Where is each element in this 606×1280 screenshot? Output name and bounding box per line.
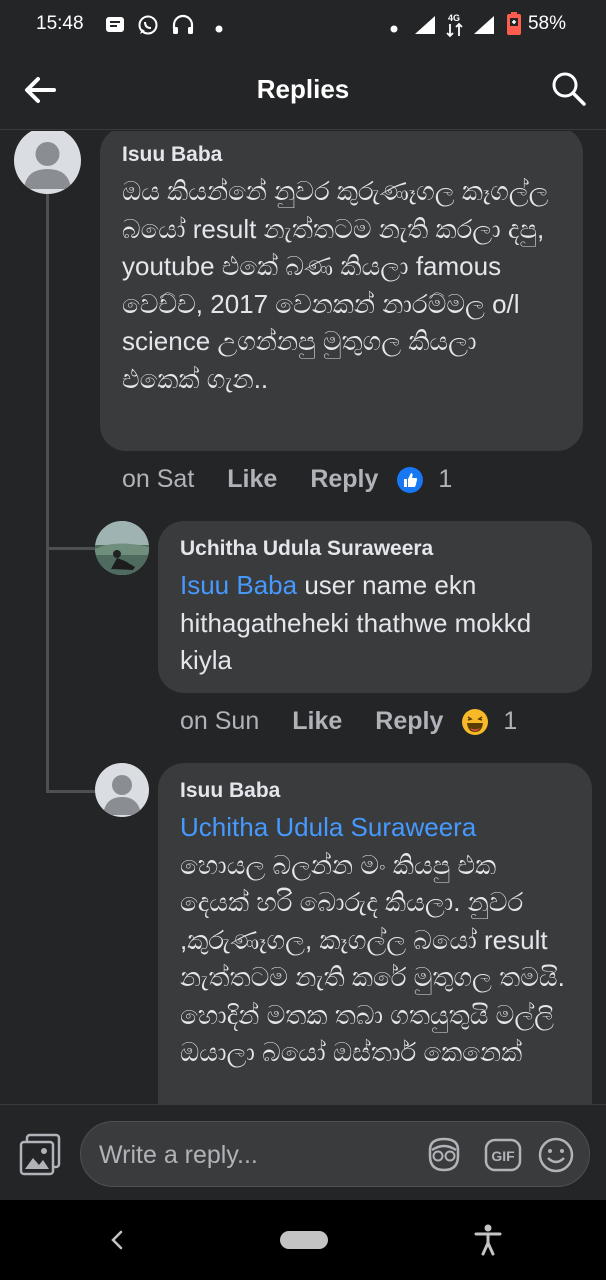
nav-back-icon[interactable] xyxy=(108,1228,126,1256)
avatar[interactable] xyxy=(95,763,149,817)
whatsapp-icon xyxy=(137,14,159,40)
reply-author[interactable]: Uchitha Udula Suraweera xyxy=(180,537,570,561)
avatar[interactable] xyxy=(14,131,81,194)
accessibility-icon[interactable] xyxy=(474,1224,502,1260)
status-time: 15:48 xyxy=(36,13,84,34)
mention-link[interactable]: Isuu Baba xyxy=(180,570,297,600)
thread-line xyxy=(46,193,49,793)
comment-author[interactable]: Isuu Baba xyxy=(122,143,561,167)
thread-branch xyxy=(46,790,96,793)
system-nav-bar xyxy=(0,1200,606,1280)
comment-thread: Isuu Baba ඔය කියන්නේ නුවර කුරුණෑගල කෑගල්… xyxy=(0,131,606,1104)
avatar[interactable] xyxy=(95,521,149,575)
haha-reaction-icon[interactable] xyxy=(461,708,489,736)
reply-input[interactable]: Write a reply... GIF xyxy=(80,1121,590,1187)
avatar-sticker-icon[interactable] xyxy=(424,1136,464,1178)
reply-bubble[interactable]: Isuu Baba Uchitha Udula Suraweera හොයල බල… xyxy=(158,763,592,1104)
comment-bubble[interactable]: Isuu Baba ඔය කියන්නේ නුවර කුරුණෑගල කෑගල්… xyxy=(100,131,583,451)
reply-button[interactable]: Reply xyxy=(375,707,443,736)
reply-composer: Write a reply... GIF xyxy=(0,1104,606,1200)
comment-time[interactable]: on Sat xyxy=(122,465,194,494)
comment-text: ඔය කියන්නේ නුවර කුරුණෑගල කෑගල්ල බයෝ resu… xyxy=(122,176,549,394)
reaction-count: 1 xyxy=(503,707,518,735)
battery-percent: 58% xyxy=(527,13,566,34)
reply-text: Isuu Baba user name ekn hithagatheheki t… xyxy=(180,567,570,680)
reply-time[interactable]: on Sun xyxy=(180,707,259,736)
svg-text:GIF: GIF xyxy=(491,1148,515,1164)
reply-author[interactable]: Isuu Baba xyxy=(180,779,570,803)
emoji-icon[interactable] xyxy=(537,1136,575,1178)
thread-branch xyxy=(46,547,96,550)
reply-text: Uchitha Udula Suraweera හොයල බලන්න මං කිය… xyxy=(180,809,570,1072)
reply-input-placeholder[interactable]: Write a reply... xyxy=(99,1141,258,1170)
gif-icon[interactable]: GIF xyxy=(483,1136,523,1178)
battery-icon xyxy=(506,12,522,40)
comment-actions: on Sat Like Reply 1 xyxy=(122,465,452,494)
mobile-data-icon: 4G xyxy=(444,12,466,42)
signal-icon xyxy=(472,14,498,40)
status-bar: 15:48 4G 58% xyxy=(0,0,606,50)
signal-icon xyxy=(413,14,439,40)
reply-bubble[interactable]: Uchitha Udula Suraweera Isuu Baba user n… xyxy=(158,521,592,693)
search-icon[interactable] xyxy=(550,70,588,108)
reply-button[interactable]: Reply xyxy=(310,465,378,494)
like-reaction-icon[interactable] xyxy=(396,466,424,494)
headphones-icon xyxy=(171,14,195,40)
svg-text:4G: 4G xyxy=(448,13,460,23)
reply-text-content: හොයල බලන්න මං කියපු එක දෙයක් හරි බොරුද ක… xyxy=(180,849,565,1068)
message-notification-icon xyxy=(104,14,126,40)
mention-link[interactable]: Uchitha Udula Suraweera xyxy=(180,809,570,847)
reply-actions: on Sun Like Reply 1 xyxy=(180,707,517,736)
dot-icon xyxy=(389,19,399,38)
nav-home-pill[interactable] xyxy=(280,1231,328,1253)
dot-icon xyxy=(214,19,224,38)
reaction-count: 1 xyxy=(438,465,453,493)
app-bar: Replies xyxy=(0,50,606,130)
page-title: Replies xyxy=(256,74,350,104)
like-button[interactable]: Like xyxy=(227,465,277,494)
photo-icon[interactable] xyxy=(18,1132,64,1178)
like-button[interactable]: Like xyxy=(292,707,342,736)
